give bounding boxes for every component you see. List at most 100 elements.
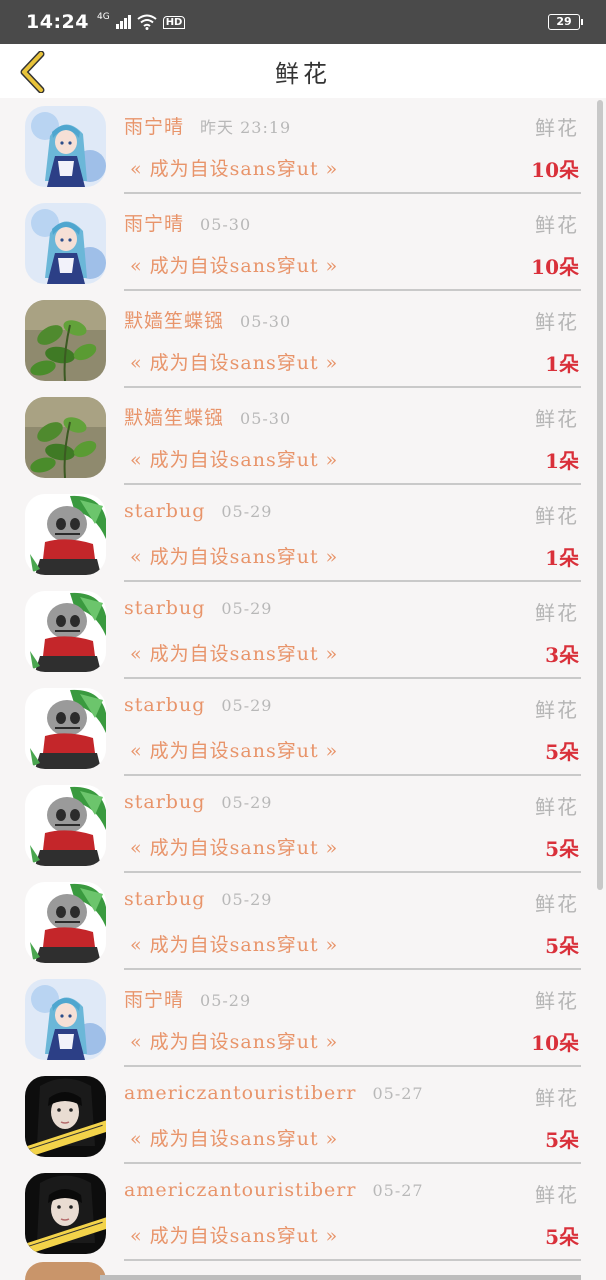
timestamp: 05-29: [200, 991, 252, 1010]
flower-count: 10朵: [531, 158, 579, 182]
flower-count: 1朵: [545, 546, 579, 570]
book-title-link[interactable]: « 成为自设sans穿ut »: [130, 348, 338, 375]
avatar[interactable]: [25, 882, 106, 963]
list-item[interactable]: 雨宁晴 昨天 23:19 鲜花 « 成为自设sans穿ut » 10朵: [0, 98, 606, 195]
list-item[interactable]: 默嫱笙蝶镪 05-30 鲜花 « 成为自设sans穿ut » 1朵: [0, 292, 606, 389]
list-divider: [124, 1065, 581, 1067]
avatar[interactable]: [25, 494, 106, 575]
book-title-link[interactable]: « 成为自设sans穿ut »: [130, 1221, 338, 1248]
list-divider: [124, 483, 581, 485]
gift-type-label: 鲜花: [535, 795, 579, 819]
gift-type-label: 鲜花: [535, 989, 579, 1013]
list-divider: [124, 580, 581, 582]
list-item[interactable]: americzantouristiberr 05-27 鲜花 « 成为自设san…: [0, 1165, 606, 1262]
avatar[interactable]: [25, 688, 106, 769]
user-name[interactable]: starbug: [124, 791, 205, 813]
gift-type-label: 鲜花: [535, 116, 579, 140]
flower-count: 5朵: [545, 740, 579, 764]
flower-count: 5朵: [545, 1225, 579, 1249]
flower-count: 1朵: [545, 352, 579, 376]
book-title-link[interactable]: « 成为自设sans穿ut »: [130, 1027, 338, 1054]
avatar[interactable]: [25, 106, 106, 187]
flower-record-list[interactable]: 雨宁晴 昨天 23:19 鲜花 « 成为自设sans穿ut » 10朵 雨宁晴 …: [0, 98, 606, 1280]
book-title-link[interactable]: « 成为自设sans穿ut »: [130, 736, 338, 763]
list-divider: [100, 1275, 581, 1280]
flower-count: 5朵: [545, 1128, 579, 1152]
list-divider: [124, 871, 581, 873]
list-item[interactable]: 默嫱笙蝶镪 05-30 鲜花 « 成为自设sans穿ut » 1朵: [0, 389, 606, 486]
user-name[interactable]: 雨宁晴: [124, 209, 184, 236]
user-name[interactable]: americzantouristiberr: [124, 1179, 356, 1201]
list-divider: [124, 677, 581, 679]
list-item[interactable]: americzantouristiberr 05-27 鲜花 « 成为自设san…: [0, 1068, 606, 1165]
gift-type-label: 鲜花: [535, 504, 579, 528]
user-name[interactable]: americzantouristiberr: [124, 1082, 356, 1104]
list-item[interactable]: starbug 05-29 鲜花 « 成为自设sans穿ut » 1朵: [0, 486, 606, 583]
scrollbar[interactable]: [597, 100, 603, 890]
timestamp: 05-30: [240, 409, 292, 428]
list-item[interactable]: starbug 05-29 鲜花 « 成为自设sans穿ut » 3朵: [0, 583, 606, 680]
avatar[interactable]: [25, 979, 106, 1060]
signal-icon: [115, 15, 131, 29]
list-item[interactable]: starbug 05-29 鲜花 « 成为自设sans穿ut » 5朵: [0, 680, 606, 777]
avatar[interactable]: [25, 785, 106, 866]
list-item[interactable]: 雨宁晴 05-30 鲜花 « 成为自设sans穿ut » 10朵: [0, 195, 606, 292]
gift-type-label: 鲜花: [535, 213, 579, 237]
avatar[interactable]: [25, 1076, 106, 1157]
book-title-link[interactable]: « 成为自设sans穿ut »: [130, 445, 338, 472]
timestamp: 昨天 23:19: [200, 118, 292, 137]
list-divider: [124, 289, 581, 291]
book-title-link[interactable]: « 成为自设sans穿ut »: [130, 1124, 338, 1151]
timestamp: 05-27: [372, 1181, 424, 1200]
book-title-link[interactable]: « 成为自设sans穿ut »: [130, 833, 338, 860]
user-name[interactable]: starbug: [124, 597, 205, 619]
gift-type-label: 鲜花: [535, 698, 579, 722]
wifi-icon: [137, 14, 157, 30]
list-divider: [124, 1259, 581, 1261]
user-name[interactable]: 雨宁晴: [124, 985, 184, 1012]
status-time: 14:24: [26, 11, 89, 33]
avatar: [25, 1262, 106, 1280]
page-title: 鲜花: [275, 59, 331, 88]
timestamp: 05-30: [240, 312, 292, 331]
gift-type-label: 鲜花: [535, 407, 579, 431]
timestamp: 05-30: [200, 215, 252, 234]
back-button[interactable]: [14, 50, 50, 94]
flower-count: 5朵: [545, 837, 579, 861]
user-name[interactable]: starbug: [124, 888, 205, 910]
list-divider: [124, 386, 581, 388]
user-name[interactable]: starbug: [124, 694, 205, 716]
user-name[interactable]: 默嫱笙蝶镪: [124, 403, 224, 430]
list-item[interactable]: starbug 05-29 鲜花 « 成为自设sans穿ut » 5朵: [0, 874, 606, 971]
book-title-link[interactable]: « 成为自设sans穿ut »: [130, 542, 338, 569]
user-name[interactable]: starbug: [124, 500, 205, 522]
timestamp: 05-29: [221, 502, 273, 521]
list-item[interactable]: 雨宁晴 05-29 鲜花 « 成为自设sans穿ut » 10朵: [0, 971, 606, 1068]
battery-icon: 29: [548, 14, 583, 30]
timestamp: 05-29: [221, 793, 273, 812]
app-header: 鲜花: [0, 44, 606, 98]
flower-count: 1朵: [545, 449, 579, 473]
book-title-link[interactable]: « 成为自设sans穿ut »: [130, 639, 338, 666]
list-divider: [124, 968, 581, 970]
avatar[interactable]: [25, 397, 106, 478]
list-divider: [124, 774, 581, 776]
user-name[interactable]: 默嫱笙蝶镪: [124, 306, 224, 333]
avatar[interactable]: [25, 1173, 106, 1254]
avatar[interactable]: [25, 591, 106, 672]
user-name[interactable]: 雨宁晴: [124, 112, 184, 139]
hd-icon: HD: [162, 15, 186, 29]
avatar[interactable]: [25, 300, 106, 381]
list-divider: [124, 1162, 581, 1164]
avatar[interactable]: [25, 203, 106, 284]
book-title-link[interactable]: « 成为自设sans穿ut »: [130, 930, 338, 957]
timestamp: 05-29: [221, 599, 273, 618]
book-title-link[interactable]: « 成为自设sans穿ut »: [130, 154, 338, 181]
list-item[interactable]: starbug 05-29 鲜花 « 成为自设sans穿ut » 5朵: [0, 777, 606, 874]
chevron-left-icon: [20, 51, 45, 93]
book-title-link[interactable]: « 成为自设sans穿ut »: [130, 251, 338, 278]
gift-type-label: 鲜花: [535, 310, 579, 334]
gift-type-label: 鲜花: [535, 892, 579, 916]
timestamp: 05-29: [221, 696, 273, 715]
flower-count: 10朵: [531, 1031, 579, 1055]
